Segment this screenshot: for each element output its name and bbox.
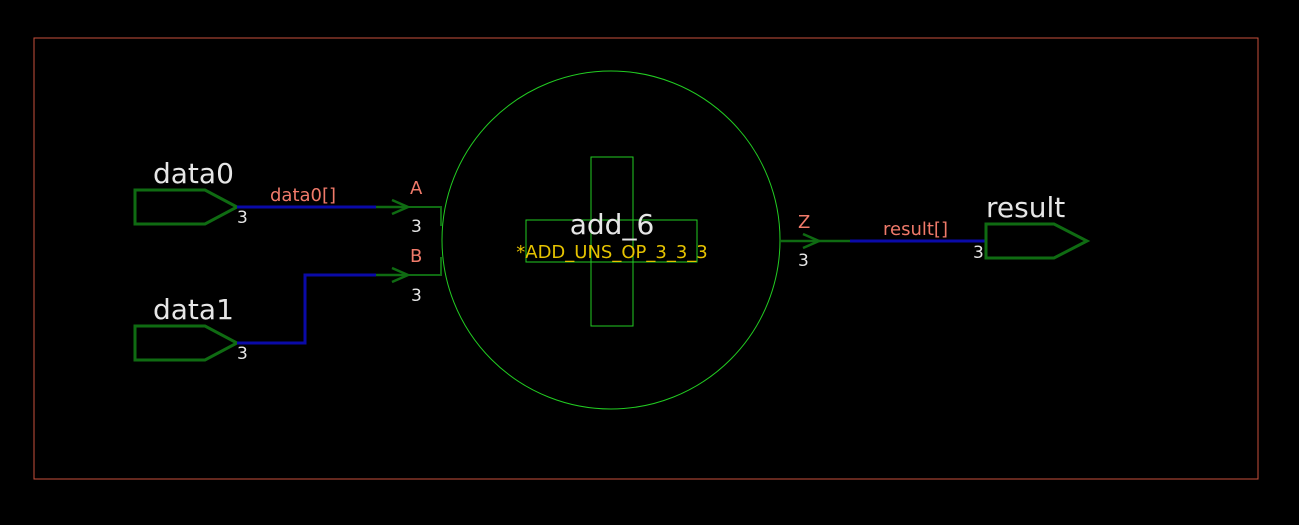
port-data0-name: data0 (153, 157, 234, 190)
cell-type: *ADD_UNS_OP_3_3_3 (516, 242, 707, 263)
schematic-diagram: data0 3 data0[] data1 3 A 3 B 3 add_6 *A… (33, 37, 1259, 480)
instance-add-6[interactable]: A 3 B 3 add_6 *ADD_UNS_OP_3_3_3 Z 3 (376, 70, 850, 410)
pin-z-label: Z (798, 212, 810, 233)
schematic-canvas[interactable]: data0 3 data0[] data1 3 A 3 B 3 add_6 *A… (0, 0, 1299, 525)
pin-a-label: A (410, 178, 423, 199)
pin-z-width: 3 (798, 251, 809, 271)
net-data1-wire[interactable] (237, 273, 376, 345)
pin-a[interactable]: A 3 (376, 178, 442, 237)
port-result-name: result (986, 191, 1065, 224)
port-data1-shape[interactable] (133, 324, 241, 362)
port-result-shape[interactable] (984, 222, 1091, 260)
port-data0-shape[interactable] (133, 188, 241, 226)
pin-b-width: 3 (411, 286, 422, 306)
pin-a-width: 3 (411, 217, 422, 237)
net-data0-label: data0[] (270, 185, 336, 206)
instance-name: add_6 (570, 208, 655, 241)
net-data0[interactable]: data0[] (237, 185, 376, 209)
port-data1-width: 3 (237, 344, 248, 364)
port-result-width: 3 (973, 243, 984, 263)
net-data1[interactable] (237, 273, 376, 345)
port-data1-name: data1 (153, 293, 234, 326)
port-data0-width: 3 (237, 208, 248, 228)
port-data0[interactable]: data0 3 (133, 157, 248, 228)
port-result[interactable]: result 3 (973, 191, 1091, 263)
pin-b[interactable]: B 3 (376, 246, 442, 306)
pin-b-label: B (410, 246, 422, 267)
port-data1[interactable]: data1 3 (133, 293, 248, 364)
net-result-label: result[] (883, 219, 948, 240)
pin-z[interactable]: Z 3 (780, 212, 850, 271)
net-result[interactable]: result[] (850, 219, 986, 243)
